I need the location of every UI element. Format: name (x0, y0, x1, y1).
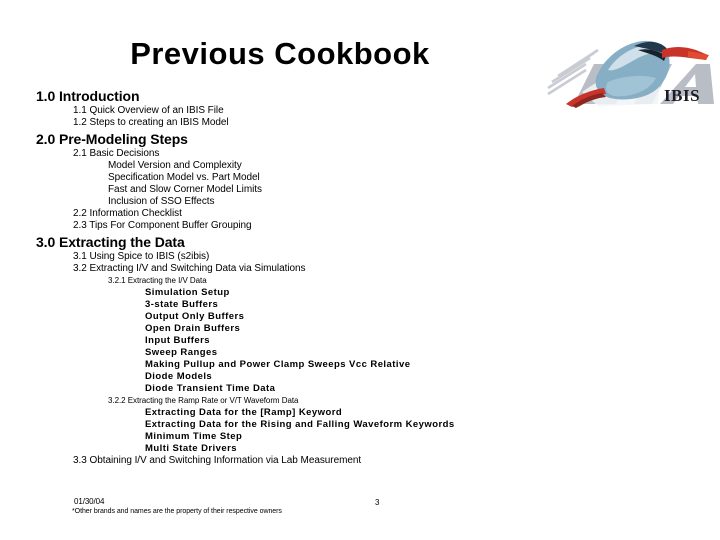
outline-item: 3-state Buffers (145, 299, 219, 310)
outline-item: 2.2 Information Checklist (73, 208, 182, 219)
outline-item: Input Buffers (145, 335, 210, 346)
outline-item: Diode Transient Time Data (145, 383, 276, 394)
outline-item: 2.3 Tips For Component Buffer Grouping (73, 220, 252, 231)
slide: Previous Cookbook IBIS 1.0 Introduction … (0, 0, 720, 540)
outline-item: Extracting Data for the Rising and Falli… (145, 419, 455, 430)
outline-item: 1.0 Introduction (36, 88, 140, 104)
outline-item: 2.0 Pre-Modeling Steps (36, 131, 188, 147)
outline-item: 3.3 Obtaining I/V and Switching Informat… (73, 455, 362, 466)
outline-item: 3.2.1 Extracting the I/V Data (108, 276, 207, 285)
outline-item: 3.0 Extracting the Data (36, 234, 185, 250)
outline-item: Diode Models (145, 371, 213, 382)
footer-date: 01/30/04 (74, 497, 105, 506)
outline-item: 1.2 Steps to creating an IBIS Model (73, 117, 229, 128)
outline-item: 3.1 Using Spice to IBIS (s2ibis) (73, 251, 210, 262)
outline-item: Inclusion of SSO Effects (108, 196, 215, 207)
outline-item: Model Version and Complexity (108, 160, 242, 171)
outline-item: Simulation Setup (145, 287, 230, 298)
outline-item: 2.1 Basic Decisions (73, 148, 160, 159)
footer-trademark-note: *Other brands and names are the property… (72, 508, 282, 515)
outline-item: Specification Model vs. Part Model (108, 172, 260, 183)
outline-item: Multi State Drivers (145, 443, 237, 454)
outline-list: 1.0 Introduction 1.1 Quick Overview of an… (0, 86, 720, 467)
outline-item: Fast and Slow Corner Model Limits (108, 184, 262, 195)
outline-item: 3.2 Extracting I/V and Switching Data vi… (73, 263, 306, 274)
outline-item: 1.1 Quick Overview of an IBIS File (73, 105, 224, 116)
outline-item: Minimum Time Step (145, 431, 243, 442)
page-number: 3 (375, 498, 380, 507)
outline-item: 3.2.2 Extracting the Ramp Rate or V/T Wa… (108, 396, 299, 405)
page-title: Previous Cookbook (130, 36, 430, 71)
outline-item: Sweep Ranges (145, 347, 218, 358)
outline-item: Open Drain Buffers (145, 323, 241, 334)
outline-item: Output Only Buffers (145, 311, 245, 322)
outline-item: Making Pullup and Power Clamp Sweeps Vcc… (145, 359, 411, 370)
outline-item: Extracting Data for the [Ramp] Keyword (145, 407, 343, 418)
